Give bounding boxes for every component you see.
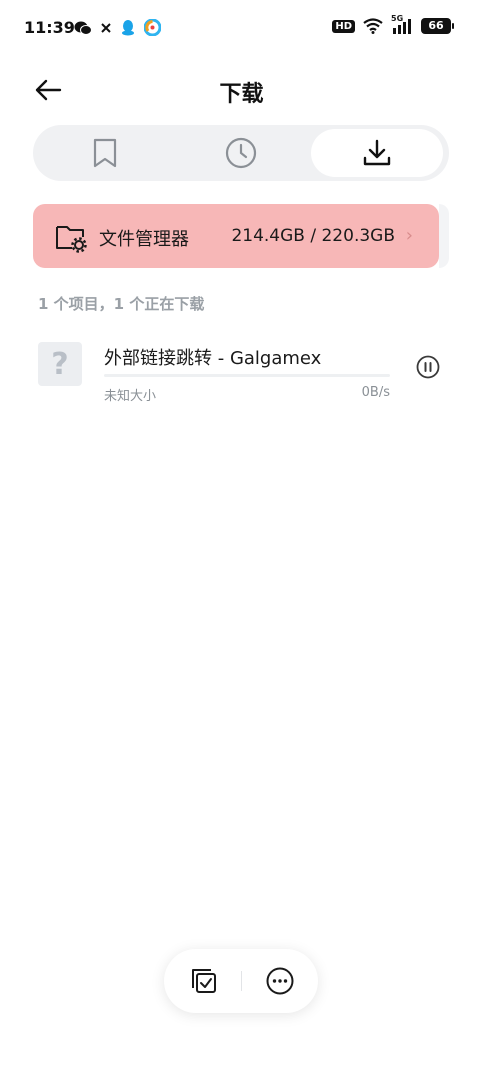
wechat-icon — [74, 21, 92, 35]
download-progress-bar — [104, 374, 390, 377]
more-icon — [266, 967, 294, 995]
bookmark-icon — [93, 138, 117, 168]
pause-icon — [416, 355, 440, 379]
battery-indicator: 66 — [421, 18, 454, 34]
select-icon — [192, 969, 216, 993]
folder-settings-icon — [56, 226, 87, 253]
hd-badge: HD — [332, 19, 355, 33]
download-item-title[interactable]: 外部链接跳转 - Galgamex — [104, 344, 321, 370]
status-time: 11:39 — [24, 18, 75, 37]
select-button[interactable] — [187, 965, 219, 997]
clock-icon — [225, 137, 257, 169]
chevron-right-icon: › — [405, 225, 413, 246]
status-notification-icons — [74, 19, 161, 36]
toolbar-divider — [241, 971, 242, 991]
tab-bookmarks[interactable] — [39, 129, 171, 177]
network-type: 5G — [391, 14, 404, 23]
browser-icon — [144, 19, 161, 36]
download-icon — [363, 139, 391, 166]
download-summary: 1 个项目，1 个正在下载 — [38, 295, 205, 313]
x-icon — [101, 22, 111, 33]
more-button[interactable] — [264, 965, 296, 997]
storage-label: 文件管理器 — [99, 229, 189, 250]
download-item-size: 未知大小 — [104, 389, 157, 404]
tab-bar — [33, 125, 449, 181]
storage-usage: 214.4GB / 220.3GB — [231, 226, 395, 246]
unknown-file-icon: ? — [38, 342, 82, 386]
download-item-speed: 0B/s — [361, 385, 390, 400]
bottom-toolbar — [164, 949, 318, 1013]
tab-downloads[interactable] — [311, 129, 443, 177]
status-system-icons: HD 5G 66 — [332, 14, 454, 34]
tab-history[interactable] — [175, 129, 307, 177]
file-manager-card[interactable]: 文件管理器 214.4GB / 220.3GB › — [33, 204, 439, 268]
page-title: 下载 — [219, 82, 264, 107]
storage-free-space — [439, 204, 449, 268]
wifi-icon — [363, 18, 383, 34]
qq-icon — [122, 20, 134, 36]
pause-button[interactable] — [416, 355, 440, 379]
signal-group: 5G — [391, 14, 413, 34]
